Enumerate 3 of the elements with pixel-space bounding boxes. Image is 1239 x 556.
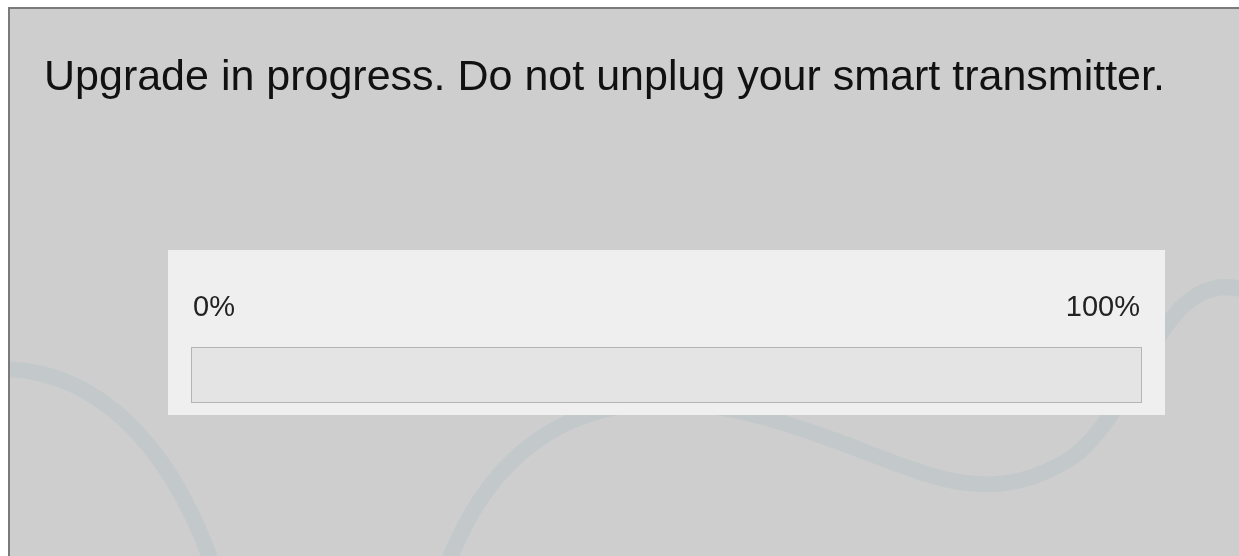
max-label: 100% xyxy=(1065,289,1140,323)
status-message: Upgrade in progress. Do not unplug your smart transmitter. xyxy=(44,51,1166,99)
min-label: 0% xyxy=(193,289,235,323)
